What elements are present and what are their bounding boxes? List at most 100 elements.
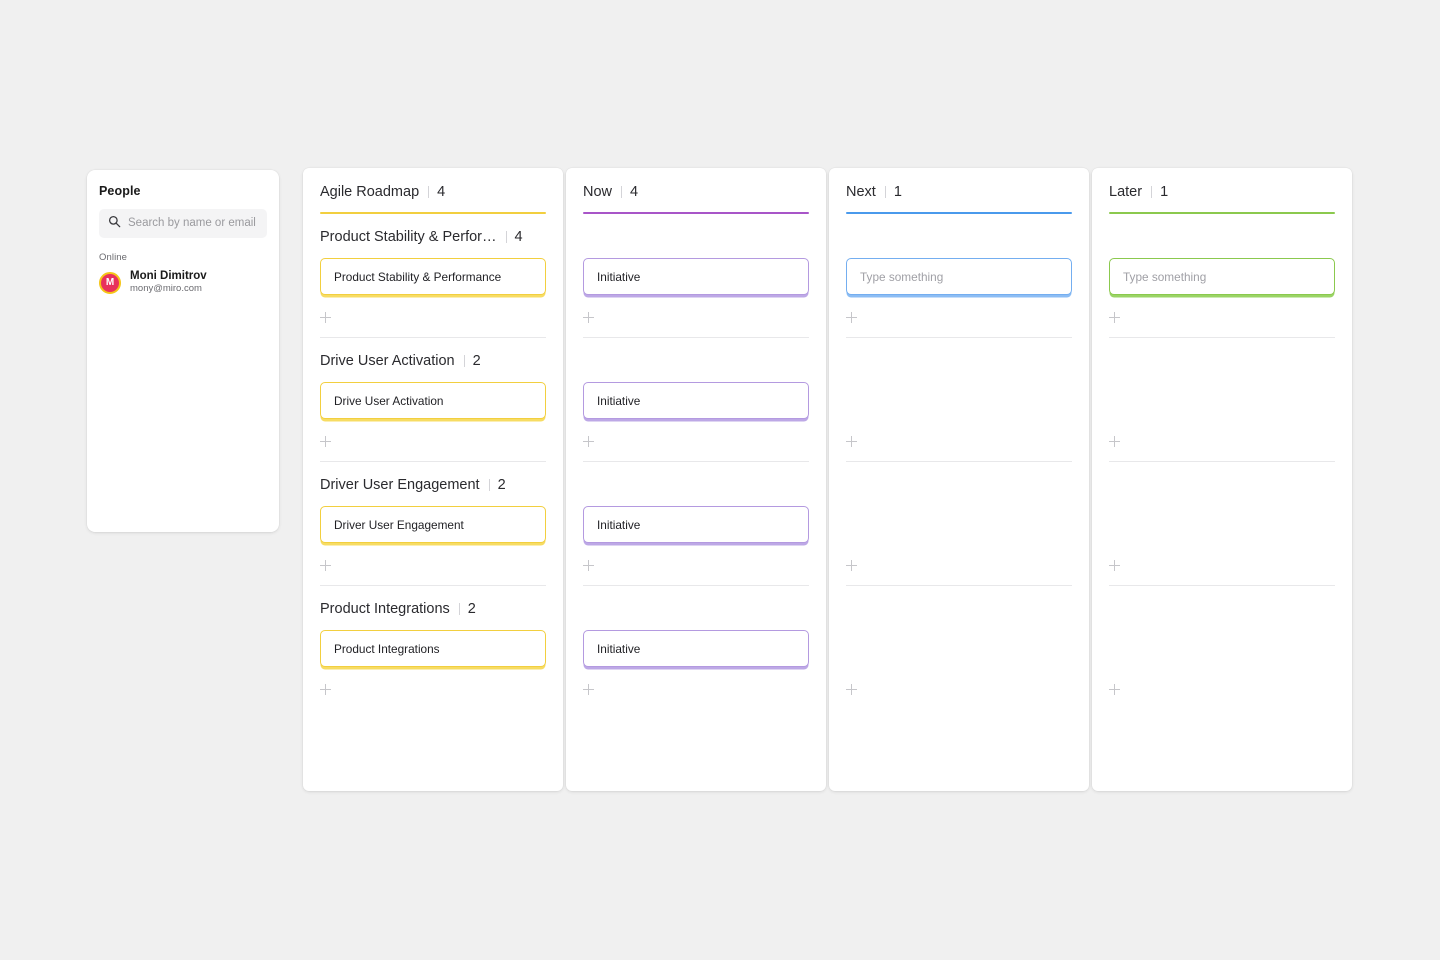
column-title[interactable]: Agile Roadmap (320, 185, 419, 200)
card[interactable]: Initiative (583, 258, 809, 295)
group-header-spacer (846, 462, 1072, 506)
card-slot-empty (846, 506, 1072, 543)
add-card-button[interactable] (583, 543, 809, 579)
add-card-button[interactable] (583, 667, 809, 703)
board-column: Later 1 Type something (1092, 168, 1352, 791)
column-title[interactable]: Now (583, 185, 612, 200)
add-card-button[interactable] (846, 295, 1072, 331)
plus-icon (320, 683, 331, 695)
group-title[interactable]: Product Stability & Perfor… (320, 230, 497, 245)
app-root: People Search by name or email Online M … (0, 0, 1440, 960)
column-section (846, 462, 1072, 586)
person-meta: Moni Dimitrov mony@miro.com (130, 270, 207, 295)
card-label: Drive User Activation (334, 393, 444, 408)
column-section (846, 338, 1072, 462)
add-card-button[interactable] (846, 543, 1072, 579)
group-title[interactable]: Drive User Activation (320, 354, 455, 369)
card[interactable]: Driver User Engagement (320, 506, 546, 543)
avatar: M (99, 271, 121, 294)
group-count: 2 (463, 354, 481, 369)
add-card-button[interactable] (583, 419, 809, 455)
search-icon (108, 215, 121, 233)
group-header-spacer (846, 338, 1072, 382)
add-card-button[interactable] (320, 419, 546, 455)
add-card-button[interactable] (846, 419, 1072, 455)
card-slot-empty (1109, 382, 1335, 419)
card[interactable]: Initiative (583, 630, 809, 667)
plus-icon (320, 435, 331, 447)
add-card-button[interactable] (1109, 667, 1335, 703)
card[interactable]: Initiative (583, 382, 809, 419)
person-email: mony@miro.com (130, 283, 202, 295)
column-section: Initiative (583, 338, 809, 462)
group-header-spacer (1109, 338, 1335, 382)
group-header-spacer (1109, 462, 1335, 506)
group-title[interactable]: Product Integrations (320, 602, 450, 617)
column-count: 4 (428, 185, 445, 200)
people-panel: People Search by name or email Online M … (87, 170, 279, 532)
column-section (1109, 338, 1335, 462)
card-label: Initiative (597, 517, 641, 532)
column-title[interactable]: Later (1109, 185, 1142, 200)
card[interactable]: Product Stability & Performance (320, 258, 546, 295)
plus-icon (320, 559, 331, 571)
add-card-button[interactable] (320, 667, 546, 703)
add-card-button[interactable] (1109, 543, 1335, 579)
column-section: Type something (846, 214, 1072, 338)
add-card-button[interactable] (1109, 419, 1335, 455)
column-header: Next 1 (846, 168, 1072, 212)
column-section: Product Integrations 2 Product Integration… (320, 586, 546, 710)
plus-icon (583, 683, 594, 695)
card-label: Driver User Engagement (334, 517, 464, 532)
add-card-button[interactable] (846, 667, 1072, 703)
add-card-button[interactable] (320, 543, 546, 579)
group-header-spacer (583, 214, 809, 258)
card-slot-empty (1109, 506, 1335, 543)
card[interactable]: Initiative (583, 506, 809, 543)
column-section: Product Stability & Perfor… 4 Product Stab… (320, 214, 546, 338)
column-header: Now 4 (583, 168, 809, 212)
plus-icon (1109, 559, 1120, 571)
column-header: Agile Roadmap 4 (320, 168, 546, 212)
plus-icon (846, 559, 857, 571)
card-input[interactable]: Type something (846, 258, 1072, 295)
plus-icon (1109, 311, 1120, 323)
add-card-button[interactable] (320, 295, 546, 331)
card-slot-empty (1109, 630, 1335, 667)
board-column: Agile Roadmap 4 Product Stability & Perfor… (303, 168, 563, 791)
plus-icon (846, 311, 857, 323)
column-count: 1 (1151, 185, 1168, 200)
group-header-spacer (846, 586, 1072, 630)
section-divider (846, 709, 1072, 710)
group-title[interactable]: Driver User Engagement (320, 478, 480, 493)
board-column: Next 1 Type something (829, 168, 1089, 791)
column-section (846, 586, 1072, 710)
group-header-spacer (583, 586, 809, 630)
section-divider (1109, 709, 1335, 710)
group-header-spacer (583, 338, 809, 382)
column-count: 4 (621, 185, 638, 200)
group-count: 2 (488, 478, 506, 493)
add-card-button[interactable] (1109, 295, 1335, 331)
card-input-placeholder: Type something (1123, 269, 1207, 284)
card-label: Product Integrations (334, 641, 440, 656)
column-header: Later 1 (1109, 168, 1335, 212)
card-slot-empty (846, 382, 1072, 419)
column-title[interactable]: Next (846, 185, 876, 200)
list-item[interactable]: M Moni Dimitrov mony@miro.com (99, 270, 267, 295)
group-count: 2 (458, 602, 476, 617)
group-header: Product Stability & Perfor… 4 (320, 214, 546, 258)
card-input[interactable]: Type something (1109, 258, 1335, 295)
group-header: Driver User Engagement 2 (320, 462, 546, 506)
group-header: Drive User Activation 2 (320, 338, 546, 382)
group-header-spacer (1109, 586, 1335, 630)
card[interactable]: Product Integrations (320, 630, 546, 667)
card-label: Initiative (597, 641, 641, 656)
plus-icon (1109, 683, 1120, 695)
card[interactable]: Drive User Activation (320, 382, 546, 419)
people-panel-title: People (99, 184, 141, 198)
plus-icon (846, 435, 857, 447)
add-card-button[interactable] (583, 295, 809, 331)
column-section (1109, 462, 1335, 586)
search-input[interactable]: Search by name or email (99, 209, 267, 238)
